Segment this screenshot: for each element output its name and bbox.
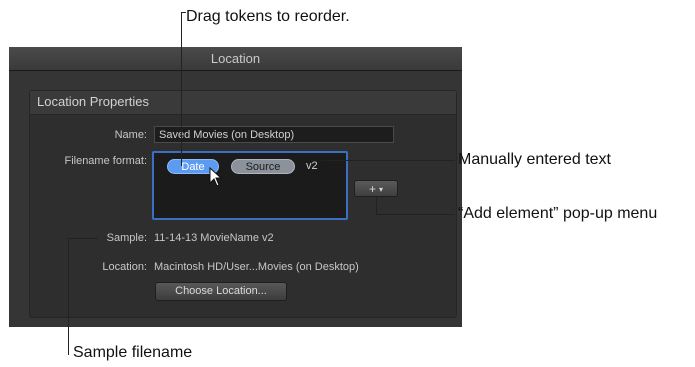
callout-sample-filename: Sample filename — [73, 344, 193, 361]
choose-location-button[interactable]: Choose Location... — [155, 282, 287, 301]
location-value: Macintosh HD/User...Movies (on Desktop) — [154, 261, 359, 273]
manual-text: v2 — [306, 160, 318, 172]
group-title: Location Properties — [37, 94, 150, 109]
callout-line-sample-vert — [68, 238, 69, 355]
name-field[interactable]: Saved Movies (on Desktop) — [154, 126, 394, 143]
name-label: Name: — [114, 129, 147, 141]
chevron-down-icon: ▾ — [379, 185, 384, 194]
callout-line-sample-horiz — [68, 238, 98, 239]
callout-line-drag — [181, 12, 182, 166]
location-label: Location: — [102, 261, 147, 273]
callout-line-manual — [321, 160, 455, 161]
filename-format-label: Filename format: — [64, 155, 147, 167]
window-title: Location — [210, 51, 261, 66]
callout-manual-text: Manually entered text — [458, 151, 611, 168]
callout-drag-tokens: Drag tokens to reorder. — [186, 8, 350, 25]
callout-line-drag-tick — [181, 12, 186, 13]
plus-icon: + — [368, 182, 376, 196]
arrow-pointer-icon — [209, 167, 223, 187]
sample-value: 11-14-13 MovieName v2 — [154, 232, 274, 244]
add-element-popup-button[interactable]: + ▾ — [354, 180, 398, 197]
token-source[interactable]: Source — [231, 159, 295, 174]
group-title-bar: Location Properties — [30, 91, 456, 115]
callout-line-add-horiz — [376, 214, 455, 215]
window-titlebar: Location — [9, 47, 462, 71]
callout-line-add-vert — [376, 197, 377, 214]
callout-add-element: “Add element” pop-up menu — [458, 205, 658, 222]
